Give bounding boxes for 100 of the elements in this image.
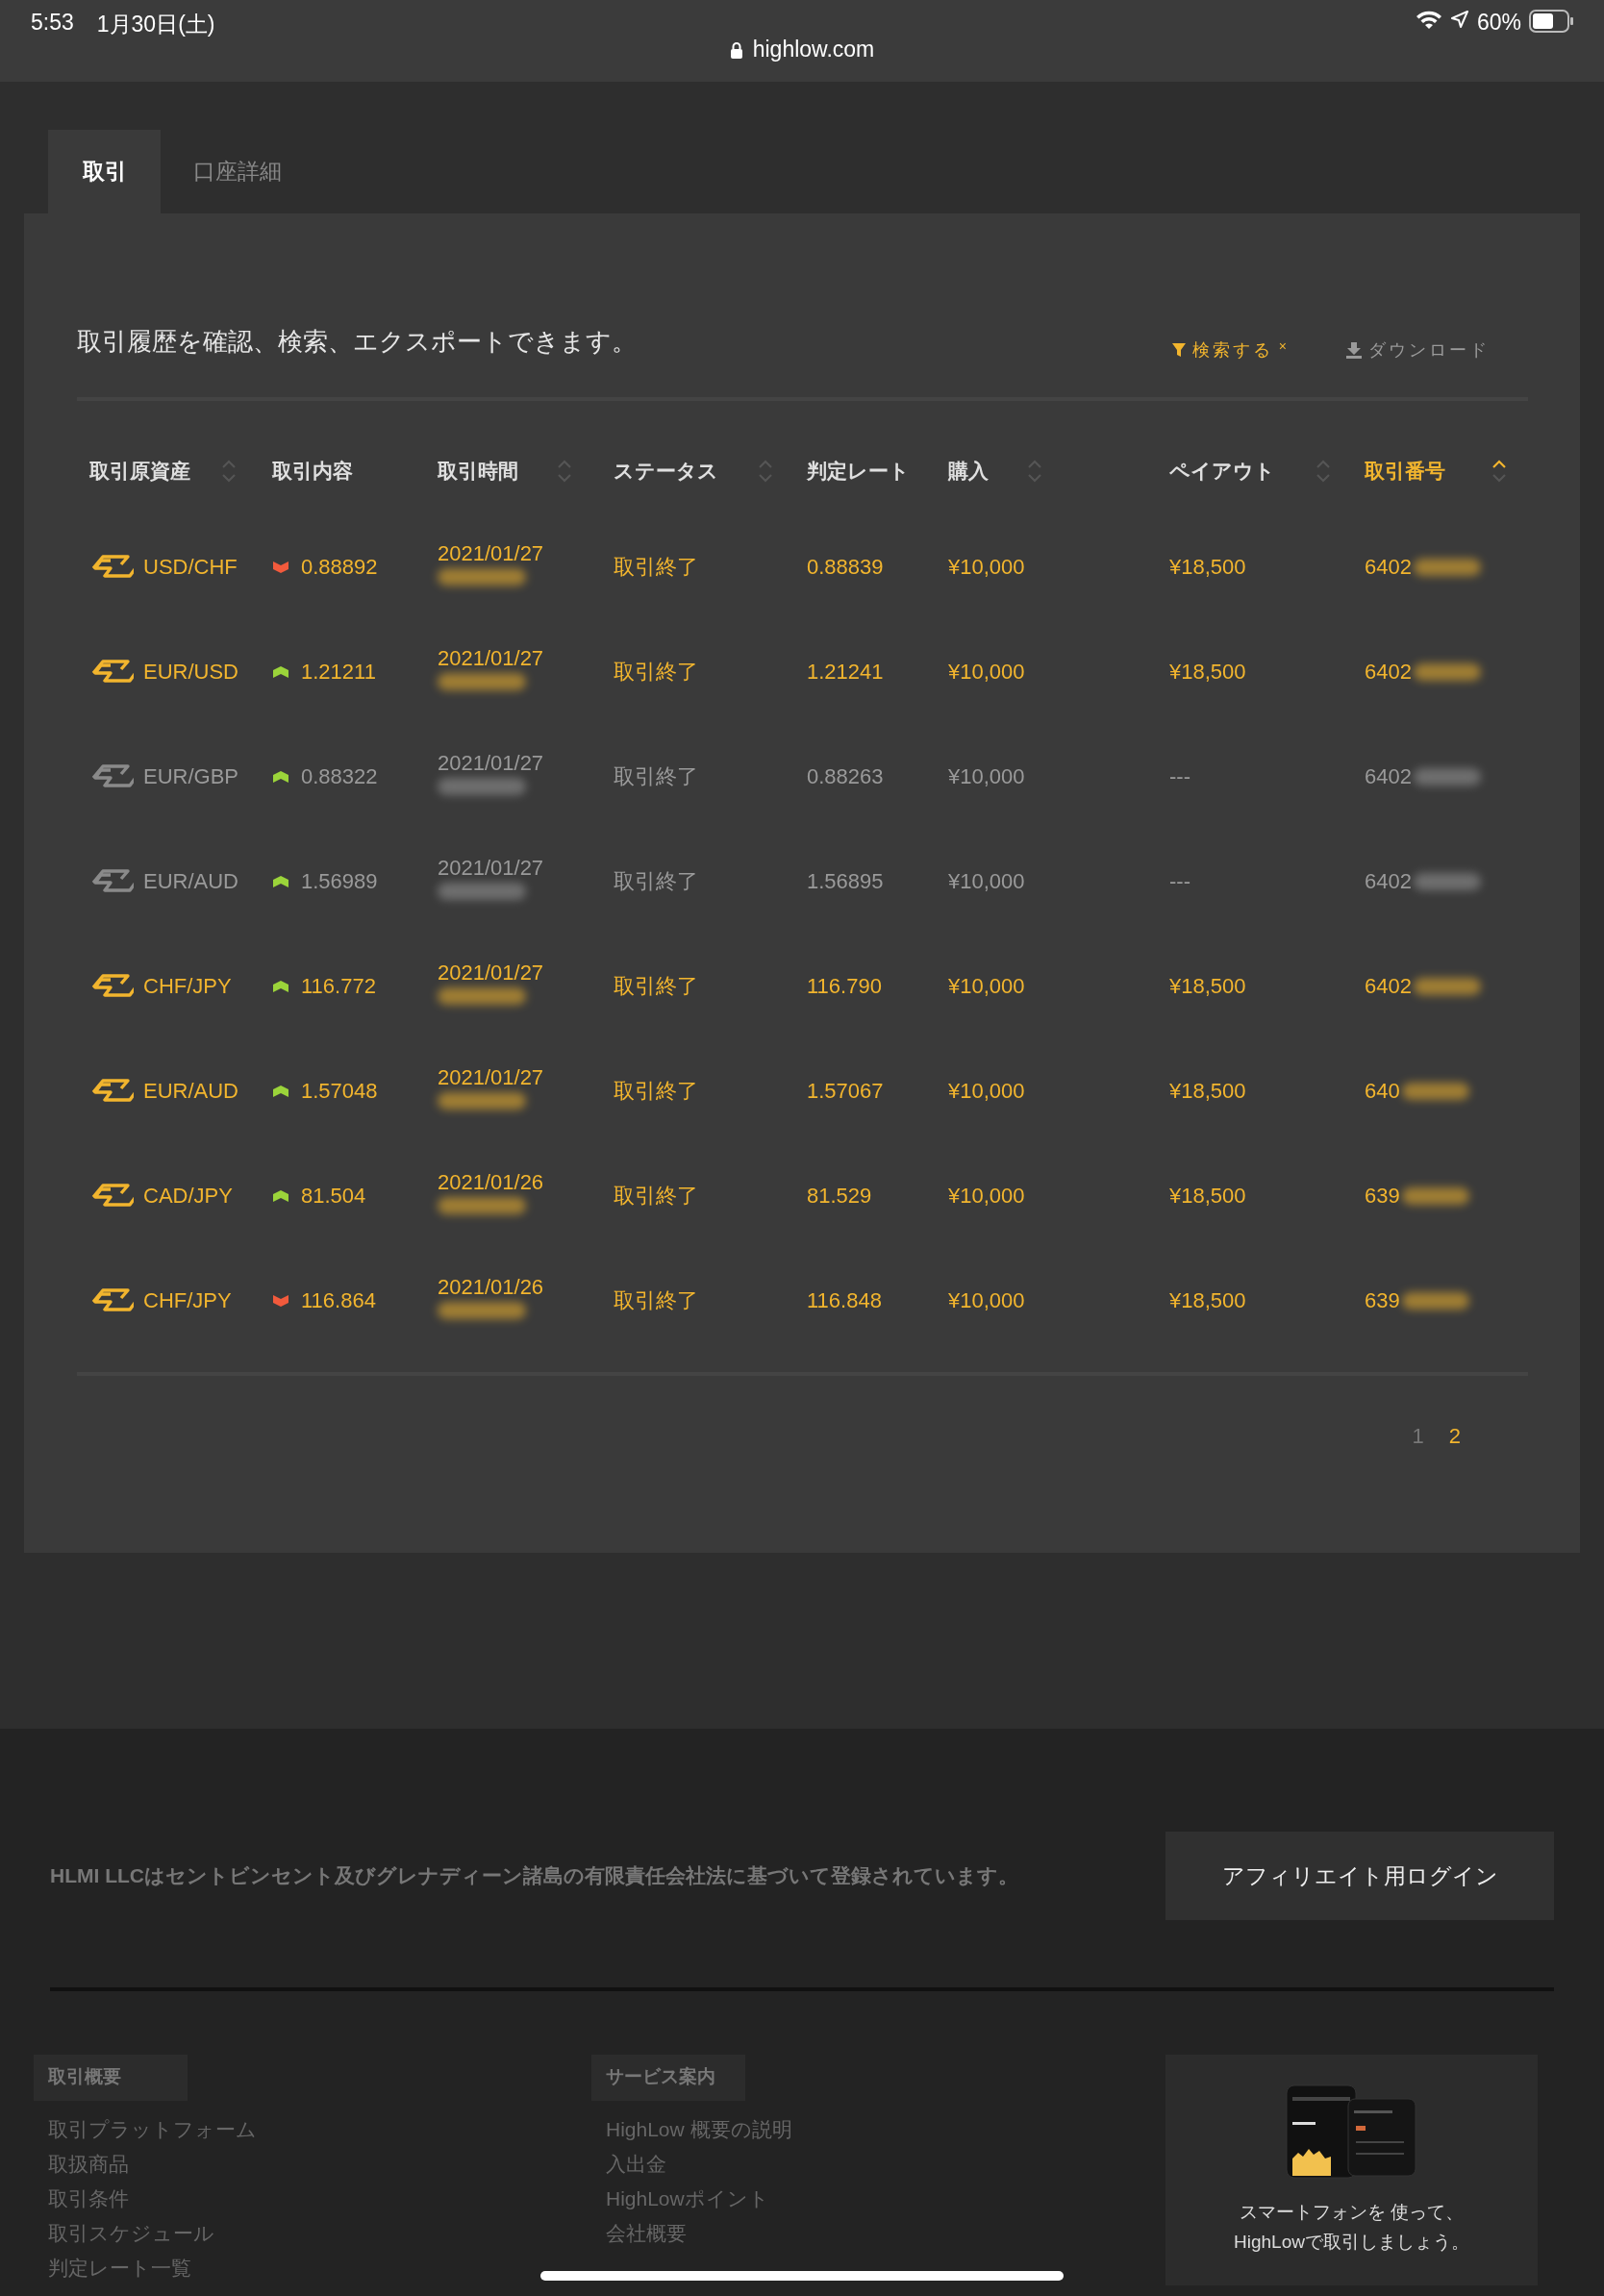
battery-icon	[1529, 10, 1573, 33]
table-cell: ¥10,000	[948, 1287, 1025, 1313]
table-cell: CHF/JPY	[143, 1287, 232, 1313]
footer-link[interactable]: 取扱商品	[34, 2147, 591, 2182]
table-cell: 6402	[1365, 973, 1412, 999]
filter-icon	[1170, 342, 1187, 358]
table-cell: 2021/01/26	[438, 1169, 544, 1195]
table-cell: 116.864	[301, 1287, 376, 1313]
footer-link[interactable]: 取引スケジュール	[34, 2216, 591, 2251]
table-cell: 2021/01/27	[438, 750, 544, 776]
table-cell: CAD/JPY	[143, 1183, 233, 1209]
table-cell-text: 取引終了	[614, 867, 698, 895]
table-cell: 6402	[1365, 763, 1412, 789]
column-header[interactable]: 取引番号	[1365, 458, 1480, 485]
table-cell: 1.57067	[807, 1078, 884, 1104]
footer-link[interactable]: 会社概要	[591, 2216, 1149, 2251]
table-cell: ¥10,000	[948, 554, 1025, 580]
table-cell: 2021/01/27	[438, 540, 544, 566]
table-cell: 1.56989	[301, 868, 378, 894]
footer-link[interactable]: 入出金	[591, 2147, 1149, 2182]
table-cell: 640	[1365, 1078, 1400, 1104]
table-cell: USD/CHF	[143, 554, 238, 580]
table-cell: 116.772	[301, 973, 376, 999]
affiliate-login-button[interactable]: アフィリエイト用ログイン	[1165, 1832, 1554, 1920]
table-cell: 116.848	[807, 1287, 882, 1313]
promo-text: HighLowで取引しましょう。	[1234, 2231, 1469, 2254]
page-link[interactable]: 1	[1412, 1424, 1424, 1449]
footer-link[interactable]: 取引プラットフォーム	[34, 2112, 591, 2147]
battery-percent: 60%	[1476, 10, 1521, 36]
blurred-text	[1413, 977, 1481, 995]
table-cell-text: 取引終了	[614, 553, 698, 581]
table-cell: 81.504	[301, 1183, 366, 1209]
column-header[interactable]: 取引原資産	[89, 458, 210, 485]
sort-icon[interactable]	[1491, 459, 1507, 484]
table-cell: 0.88263	[807, 763, 884, 789]
table-cell: ¥10,000	[948, 1183, 1025, 1209]
tab[interactable]: 取引	[48, 130, 161, 213]
table-cell: EUR/AUD	[143, 868, 238, 894]
blurred-text	[1413, 558, 1481, 576]
table-cell: ¥10,000	[948, 868, 1025, 894]
download-button[interactable]: ダウンロード	[1345, 338, 1490, 362]
table-cell: ---	[1169, 868, 1190, 894]
column-header[interactable]: 購入	[948, 458, 1015, 485]
table-cell: 6402	[1365, 659, 1412, 685]
column-header[interactable]: 取引時間	[438, 458, 545, 485]
status-date: 1月30日(土)	[96, 11, 215, 38]
footer-link[interactable]: HighLowポイント	[591, 2182, 1149, 2216]
table-cell: 1.56895	[807, 868, 884, 894]
blurred-text	[1401, 1082, 1469, 1100]
table-cell: ---	[1169, 763, 1190, 789]
wifi-icon	[1415, 10, 1442, 31]
table-cell: ¥10,000	[948, 659, 1025, 685]
table-cell: 6402	[1365, 554, 1412, 580]
notice-text: HLMI LLCはセントビンセント及びグレナディーン諸島の有限責任会社法に基づいて登録されています。	[50, 1863, 1018, 1888]
table-cell: EUR/AUD	[143, 1078, 238, 1104]
table-cell: 2021/01/27	[438, 960, 544, 986]
tab[interactable]: 口座詳細	[161, 130, 314, 213]
table-cell: ¥18,500	[1169, 973, 1246, 999]
table-cell: EUR/USD	[143, 659, 238, 685]
column-header[interactable]: ペイアウト	[1169, 458, 1304, 485]
table-cell: ¥10,000	[948, 763, 1025, 789]
table-cell-text: 取引終了	[614, 1286, 698, 1314]
table-cell: 6402	[1365, 868, 1412, 894]
blurred-text	[1413, 872, 1481, 890]
table-cell-text: 取引終了	[614, 658, 698, 686]
table-cell: ¥18,500	[1169, 1287, 1246, 1313]
table-cell: 1.57048	[301, 1078, 378, 1104]
footer-link[interactable]: HighLow 概要の説明	[591, 2112, 1149, 2147]
footer-link[interactable]: 取引条件	[34, 2182, 591, 2216]
blurred-text	[1401, 1291, 1469, 1310]
table-cell: 639	[1365, 1287, 1400, 1313]
table-cell: 0.88839	[807, 554, 884, 580]
table-cell: 2021/01/27	[438, 645, 544, 671]
table-cell-text: 取引終了	[614, 1182, 698, 1210]
footer-link[interactable]: 判定レート一覧	[34, 2251, 591, 2285]
table-cell: 639	[1365, 1183, 1400, 1209]
table-cell-text: 取引終了	[614, 1077, 698, 1105]
table-cell: 1.21211	[301, 659, 376, 685]
table-cell: ¥10,000	[948, 1078, 1025, 1104]
table-cell: 0.88892	[301, 554, 378, 580]
blurred-text	[1401, 1186, 1469, 1205]
table-cell: 2021/01/26	[438, 1274, 544, 1300]
column-header: 判定レート	[807, 459, 911, 484]
table-cell: ¥18,500	[1169, 1183, 1246, 1209]
page-link[interactable]: 2	[1448, 1424, 1461, 1449]
table-cell: EUR/GBP	[143, 763, 239, 789]
column-header: 取引内容	[272, 459, 354, 484]
search-button[interactable]: 検索する $^{×}$	[1170, 338, 1290, 362]
table-cell: 0.88322	[301, 763, 378, 789]
url-text[interactable]: highlow.com	[752, 37, 875, 62]
description-text: 取引履歴を確認、検索、エクスポートできます。	[77, 325, 637, 358]
lock-icon	[729, 40, 743, 59]
table-cell: 81.529	[807, 1183, 872, 1209]
table-cell: ¥18,500	[1169, 659, 1246, 685]
table-cell-text: 取引終了	[614, 762, 698, 790]
table-cell: ¥10,000	[948, 973, 1025, 999]
column-header[interactable]: ステータス	[614, 458, 746, 485]
table-cell-text: 取引終了	[614, 972, 698, 1000]
status-time: 5:53	[31, 10, 74, 36]
table-cell: 1.21241	[807, 659, 884, 685]
